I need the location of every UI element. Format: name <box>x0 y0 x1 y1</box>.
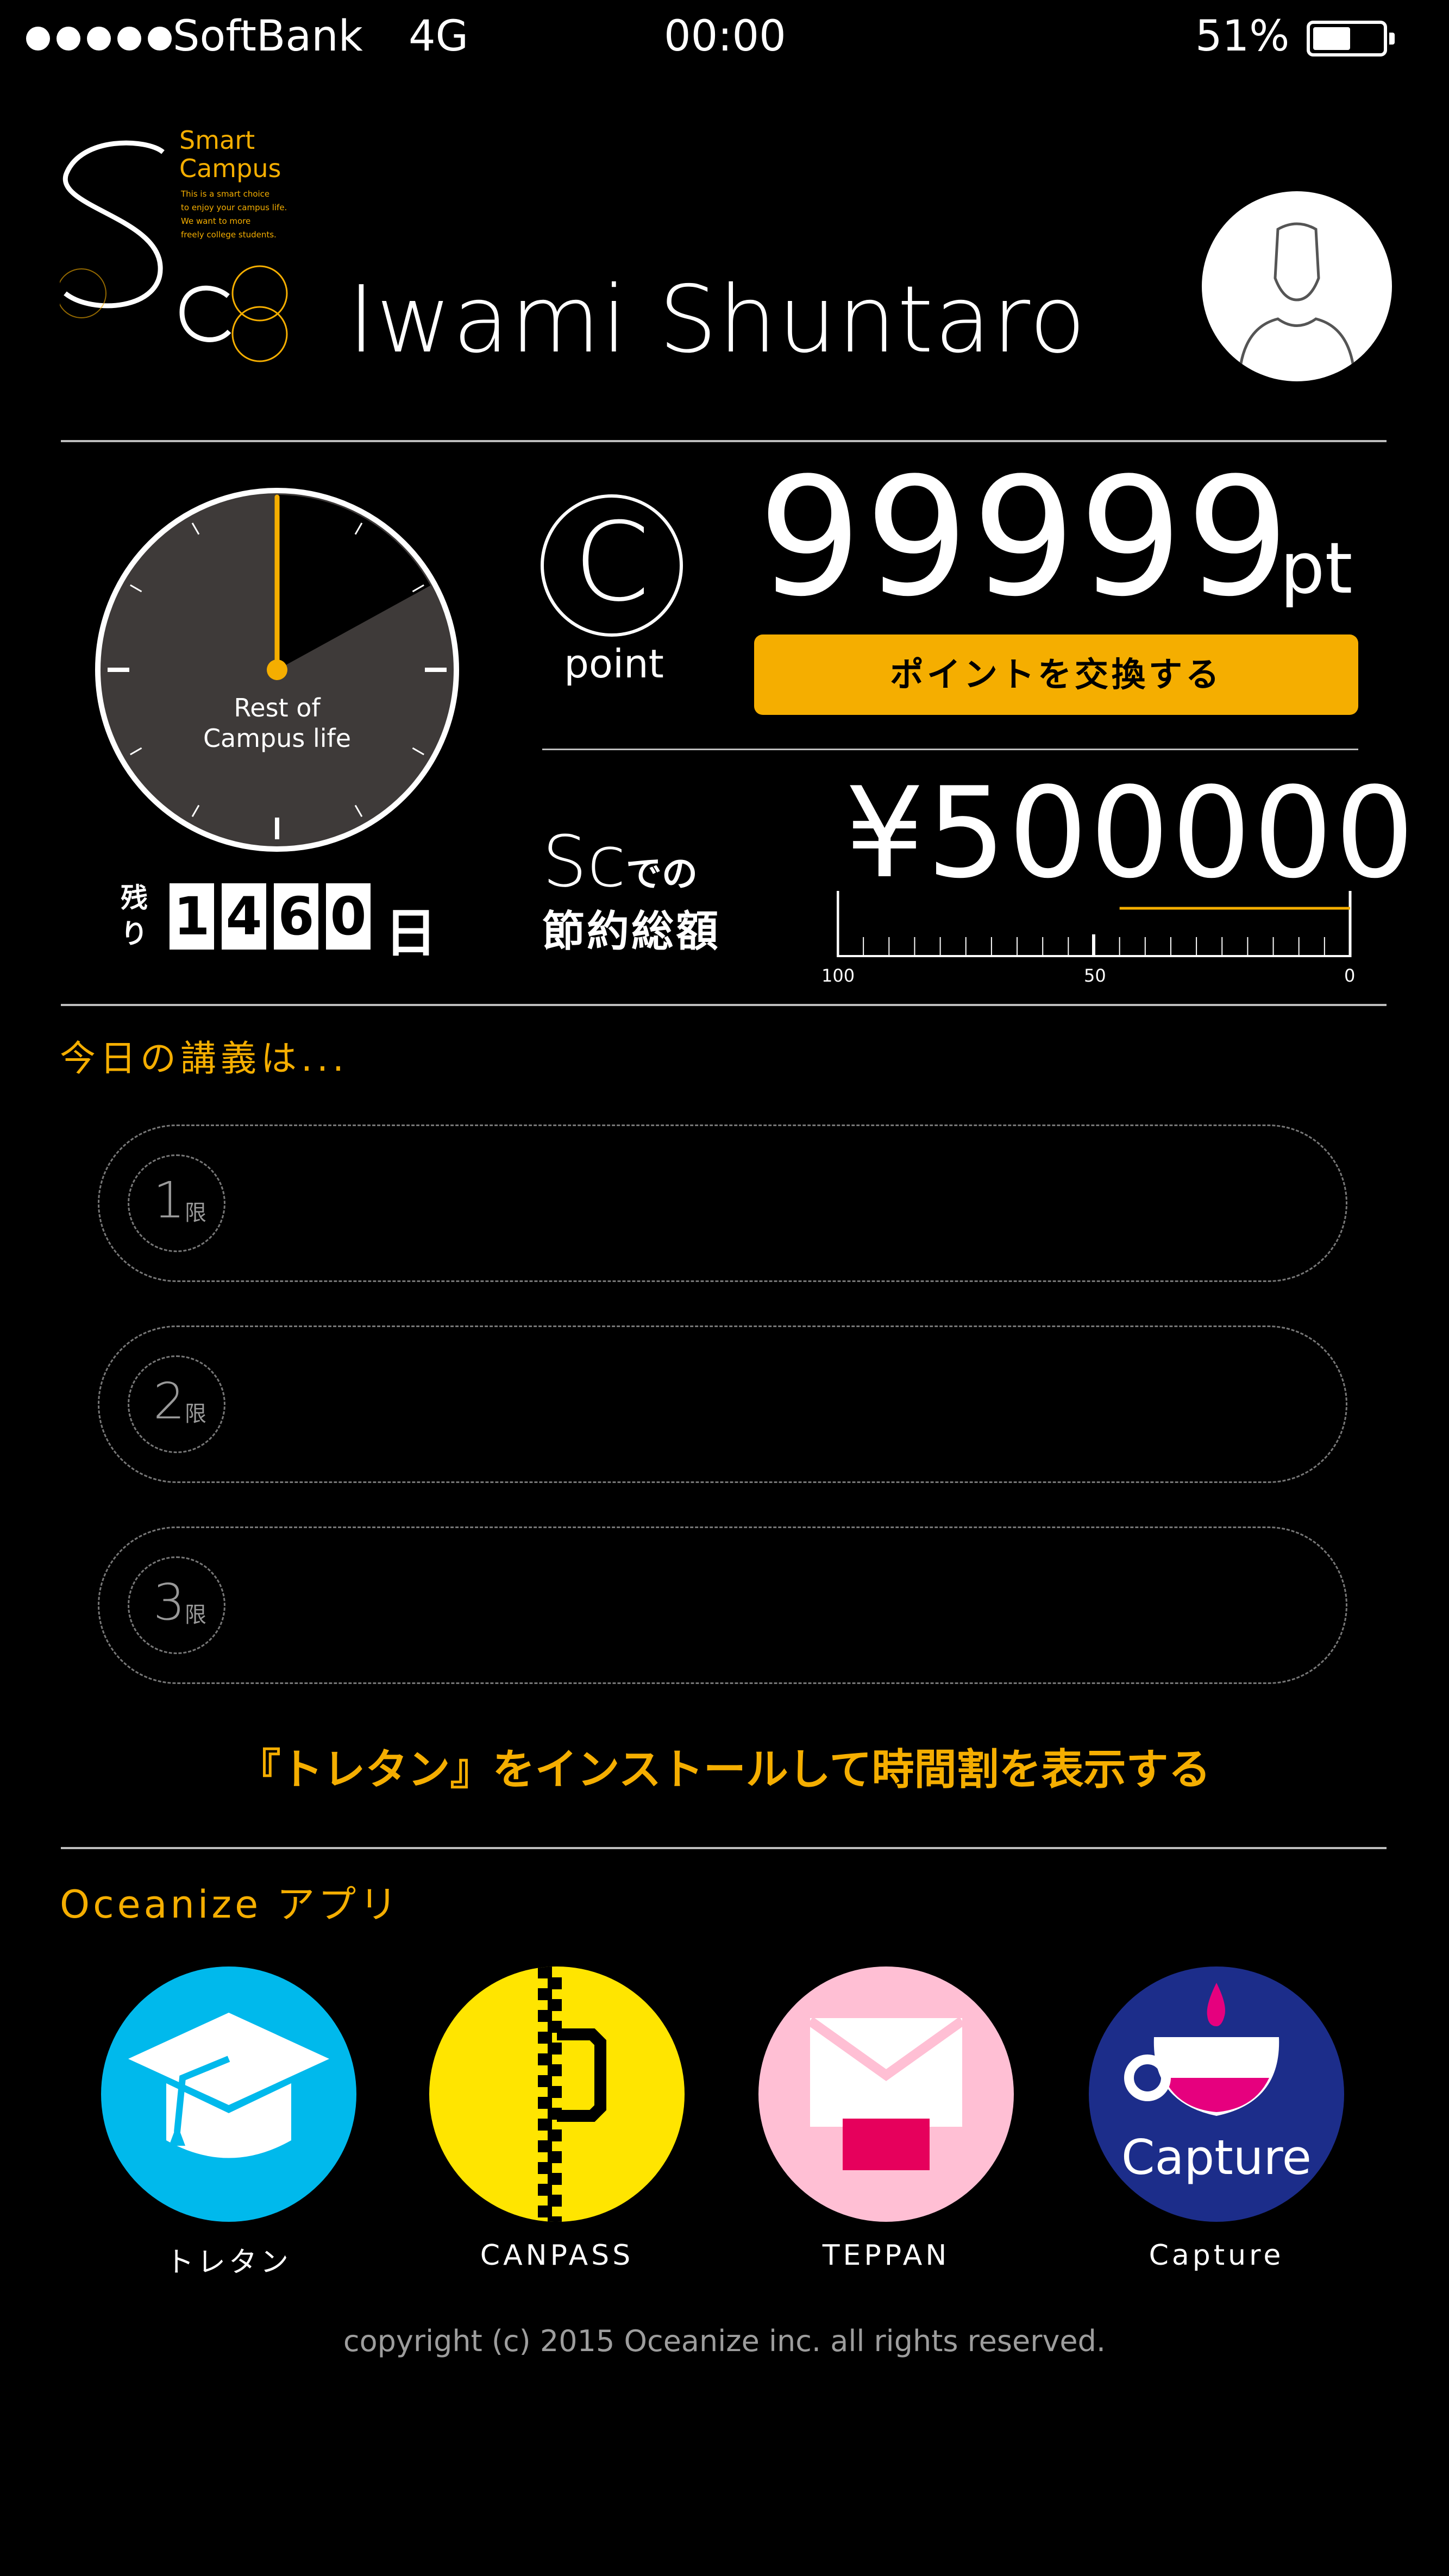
lecture-slot-2[interactable]: 2 限 <box>98 1325 1347 1483</box>
tagline-line: We want to more <box>181 216 251 226</box>
brand-tagline: This is a smart choice to enjoy your cam… <box>181 187 287 242</box>
period-badge: 2 限 <box>128 1355 225 1453</box>
period-number: 1 <box>153 1171 185 1229</box>
copyright: copyright (c) 2015 Oceanize inc. all rig… <box>343 2324 1106 2358</box>
envelope-icon <box>758 1966 1014 2222</box>
divider <box>542 749 1358 750</box>
scale-label-50: 50 <box>1084 965 1106 986</box>
remaining-suffix: 日 <box>385 903 437 964</box>
app-label: CANPASS <box>480 2239 634 2272</box>
graduation-cap-icon <box>101 1966 356 2222</box>
user-name: Iwami Shuntaro <box>348 266 1087 374</box>
zipper-icon <box>429 1966 685 2222</box>
person-icon <box>1238 222 1356 371</box>
period-badge: 1 限 <box>128 1154 225 1252</box>
tagline-line: This is a smart choice <box>181 189 270 199</box>
period-badge: 3 限 <box>128 1556 225 1654</box>
period-number: 3 <box>153 1573 185 1631</box>
remaining-prefix-line-1: 残 <box>121 882 148 914</box>
app-teppan[interactable]: TEPPAN <box>758 1966 1014 2272</box>
day-digit: 0 <box>326 883 371 950</box>
clock-label-line-2: Campus life <box>203 724 352 753</box>
remaining-prefix: 残 り <box>121 880 148 952</box>
app-toretan[interactable]: トレタン <box>101 1966 356 2279</box>
clock-label-line-1: Rest of <box>234 693 321 722</box>
point-unit: pt <box>1280 527 1353 610</box>
clock-label: Rest of Campus life <box>93 693 461 753</box>
divider <box>61 1847 1387 1849</box>
divider <box>61 440 1387 442</box>
campus-life-clock: Rest of Campus life <box>93 486 461 853</box>
point-value: 99999 <box>758 443 1293 632</box>
carrier-label: SoftBank <box>173 12 363 61</box>
lecture-slot-1[interactable]: 1 限 <box>98 1124 1347 1282</box>
scale-label-0: 0 <box>1344 965 1356 986</box>
period-unit: 限 <box>185 1402 206 1427</box>
cup-icon: Capture <box>1089 1966 1344 2222</box>
status-bar: SoftBank 4G 00:00 51% <box>0 0 1449 81</box>
battery-percent: 51% <box>1195 12 1290 61</box>
point-caption: point <box>564 641 664 687</box>
day-digit: 1 <box>170 883 214 950</box>
app-capture[interactable]: Capture Capture <box>1089 1966 1344 2272</box>
app-label: トレタン <box>165 2246 292 2279</box>
savings-logo: Sc <box>542 820 626 903</box>
battery-icon <box>1307 21 1395 56</box>
brand-line-2: Campus <box>179 154 281 183</box>
apps-heading: Oceanize アプリ <box>60 1882 401 1927</box>
exchange-points-button[interactable]: ポイントを交換する <box>754 634 1358 715</box>
tagline-line: to enjoy your campus life. <box>181 203 287 212</box>
period-unit: 限 <box>185 1201 206 1226</box>
capture-logo-text: Capture <box>1121 2129 1312 2185</box>
savings-scale <box>836 885 1353 962</box>
scale-label-100: 100 <box>821 965 855 986</box>
brand-line-1: Smart <box>179 125 255 155</box>
app-canpass[interactable]: CANPASS <box>429 1966 685 2272</box>
signal-strength-icon <box>26 12 178 61</box>
period-unit: 限 <box>185 1603 206 1628</box>
avatar[interactable] <box>1202 191 1392 381</box>
lecture-slot-3[interactable]: 3 限 <box>98 1526 1347 1684</box>
tagline-line: freely college students. <box>181 230 277 240</box>
clock-time: 00:00 <box>664 12 786 61</box>
savings-label: Scでの 節約総額 <box>542 820 720 958</box>
brand-name: Smart Campus <box>179 126 281 183</box>
point-coin-icon: C <box>541 494 683 637</box>
day-digit: 6 <box>274 883 318 950</box>
app-label: TEPPAN <box>822 2239 950 2272</box>
savings-label-line-2: 節約総額 <box>542 907 721 956</box>
today-heading: 今日の講義は... <box>60 1038 348 1079</box>
app-label: Capture <box>1149 2239 1284 2272</box>
install-toretan-link[interactable]: 『トレタン』をインストールして時間割を表示する <box>0 1736 1449 1796</box>
savings-label-tail: での <box>626 853 698 895</box>
remaining-prefix-line-2: り <box>121 918 148 950</box>
day-digit: 4 <box>222 883 266 950</box>
remaining-days-counter: 1460 <box>170 883 378 950</box>
period-number: 2 <box>153 1372 185 1430</box>
network-label: 4G <box>409 12 469 61</box>
divider <box>61 1004 1387 1006</box>
